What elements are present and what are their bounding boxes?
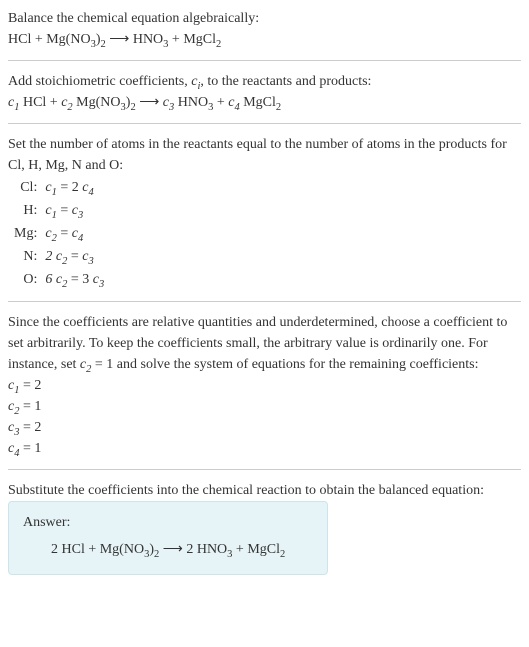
text: = 1 (91, 357, 113, 372)
element-label: H: (10, 199, 41, 222)
coeff: c2 (80, 357, 91, 372)
final-section: Substitute the coefficients into the che… (8, 480, 521, 575)
subscript: 2 (216, 39, 221, 50)
atom-row: Cl:c1 = 2 c4 (10, 176, 108, 199)
atom-row: N:2 c2 = c3 (10, 245, 108, 268)
arrow-icon: ⟶ (136, 95, 163, 110)
atom-balance-table: Cl:c1 = 2 c4H:c1 = c3Mg:c2 = c4N:2 c2 = … (10, 176, 108, 291)
coefficient-result: c1 = 2 (8, 375, 521, 396)
text: , to the reactants and products: (200, 74, 371, 89)
final-text: Substitute the coefficients into the che… (8, 480, 521, 501)
coefficient-result: c3 = 2 (8, 417, 521, 438)
equation-rhs: HNO (133, 32, 163, 47)
coeff: c2 (61, 95, 72, 110)
text: HCl + (19, 95, 61, 110)
coeff: c3 (163, 95, 174, 110)
coefficient-result: c4 = 1 (8, 438, 521, 459)
element-label: N: (10, 245, 41, 268)
divider (8, 469, 521, 470)
divider (8, 60, 521, 61)
atom-row: O:6 c2 = 3 c3 (10, 268, 108, 291)
element-label: O: (10, 268, 41, 291)
subscript: 2 (276, 102, 281, 113)
intro-equation: HCl + Mg(NO3)2 ⟶ HNO3 + MgCl2 (8, 29, 521, 50)
coefficient-result: c2 = 1 (8, 396, 521, 417)
text: MgCl (240, 95, 276, 110)
text: HNO (174, 95, 208, 110)
arrow-icon: ⟶ (106, 32, 133, 47)
stoich-text: Add stoichiometric coefficients, ci, to … (8, 71, 521, 92)
coeff: c1 (8, 95, 19, 110)
atoms-section: Set the number of atoms in the reactants… (8, 134, 521, 291)
balance-equation: c1 = 2 c4 (41, 176, 108, 199)
stoich-section: Add stoichiometric coefficients, ci, to … (8, 71, 521, 113)
coeff: c4 (228, 95, 239, 110)
text: 2 HNO (186, 542, 227, 557)
balance-equation: 6 c2 = 3 c3 (41, 268, 108, 291)
divider (8, 301, 521, 302)
answer-equation: 2 HCl + Mg(NO3)2 ⟶ 2 HNO3 + MgCl2 (23, 539, 313, 560)
intro-section: Balance the chemical equation algebraica… (8, 8, 521, 50)
text: Add stoichiometric coefficients, (8, 74, 191, 89)
text: 2 HCl + Mg(NO (51, 542, 144, 557)
element-label: Cl: (10, 176, 41, 199)
choose-section: Since the coefficients are relative quan… (8, 312, 521, 459)
equation-lhs: HCl + Mg(NO (8, 32, 91, 47)
atom-row: H:c1 = c3 (10, 199, 108, 222)
answer-label: Answer: (23, 512, 313, 533)
subscript: 2 (280, 549, 285, 560)
balance-equation: c2 = c4 (41, 222, 108, 245)
answer-box: Answer: 2 HCl + Mg(NO3)2 ⟶ 2 HNO3 + MgCl… (8, 501, 328, 575)
text: Mg(NO (73, 95, 121, 110)
atoms-text: Set the number of atoms in the reactants… (8, 134, 521, 176)
arrow-icon: ⟶ (159, 542, 186, 557)
text: and solve the system of equations for th… (113, 357, 478, 372)
divider (8, 123, 521, 124)
atom-row: Mg:c2 = c4 (10, 222, 108, 245)
element-label: Mg: (10, 222, 41, 245)
text: + MgCl (232, 542, 280, 557)
choose-text: Since the coefficients are relative quan… (8, 312, 521, 375)
coefficient-results: c1 = 2c2 = 1c3 = 2c4 = 1 (8, 375, 521, 459)
balance-equation: c1 = c3 (41, 199, 108, 222)
text: + (213, 95, 228, 110)
equation-rhs: + MgCl (168, 32, 216, 47)
balance-equation: 2 c2 = c3 (41, 245, 108, 268)
intro-text: Balance the chemical equation algebraica… (8, 8, 521, 29)
stoich-equation: c1 HCl + c2 Mg(NO3)2 ⟶ c3 HNO3 + c4 MgCl… (8, 92, 521, 113)
